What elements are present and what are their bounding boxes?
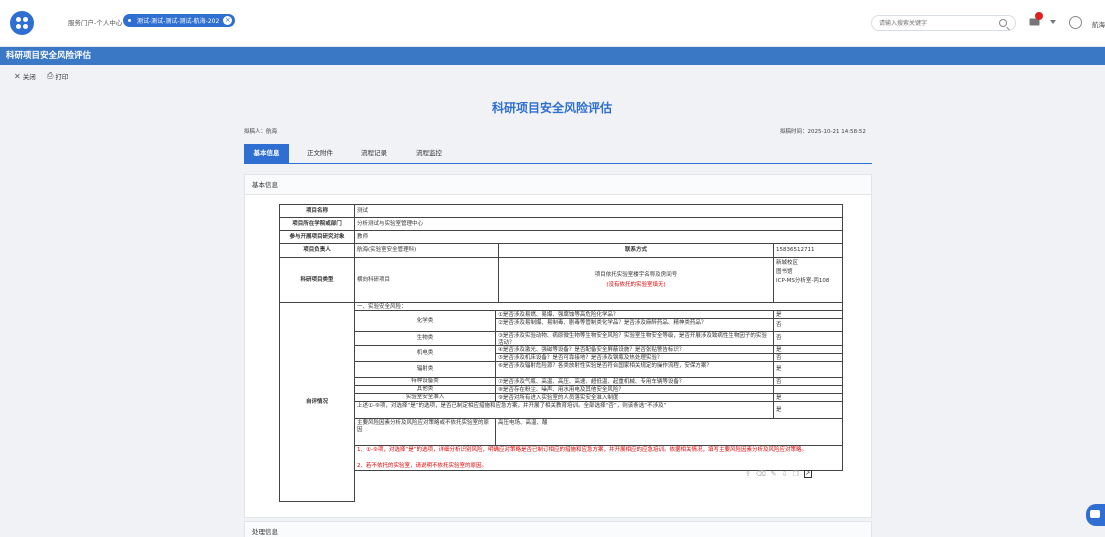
section-title: 基本信息 bbox=[245, 175, 871, 195]
window-title: 科研项目安全风险评估 bbox=[0, 47, 1105, 65]
tab-basic-info[interactable]: 基本信息 bbox=[244, 144, 289, 163]
cat-bio: 生物类 bbox=[354, 331, 496, 346]
type-label: 科研项目类型 bbox=[279, 257, 355, 303]
search-input[interactable] bbox=[872, 16, 987, 30]
risk-a3[interactable]: 否 bbox=[773, 331, 843, 346]
lab-note: (没有依托的实验室填无) bbox=[606, 281, 666, 288]
search-icon[interactable] bbox=[999, 19, 1007, 27]
draft-time: 拟稿时间：2025-10-21 14:58:52 bbox=[780, 129, 866, 135]
summary-answer[interactable]: 是 bbox=[773, 401, 843, 419]
dot-icon bbox=[128, 19, 131, 22]
copy-icon[interactable]: ❐ bbox=[793, 470, 799, 478]
summary-question: 上述①-⑨项，对选择“是”的选项，是否已制定相应措施和应急方案，并开展了相关教育… bbox=[354, 401, 774, 419]
type-value[interactable]: 横向科研项目 bbox=[354, 257, 499, 303]
user-name[interactable]: 航海 bbox=[1092, 19, 1105, 29]
risk-a2[interactable]: 否 bbox=[773, 318, 843, 332]
section-title-process: 处理信息 bbox=[245, 522, 871, 537]
leader-value[interactable]: 航海(实验室安全管理科) bbox=[354, 243, 499, 258]
cat-radiation: 辐射类 bbox=[354, 361, 496, 378]
chat-icon[interactable] bbox=[1086, 504, 1105, 526]
dept-label: 项目所在学院或部门 bbox=[279, 217, 355, 231]
lab-value[interactable]: 新城校区 图书馆 ICP-MS分析室-丙108 bbox=[773, 257, 843, 303]
tab-flow-records[interactable]: 流程记录 bbox=[354, 144, 394, 163]
risk-q6: ⑥是否涉及辐射危险源？各类放射性实验是否符合国家相关规定的操作流程，安保方案？ bbox=[495, 361, 774, 378]
lab-cell: 项目依托实验室楼宇名称及房间号 (没有依托的实验室填无) bbox=[498, 257, 774, 303]
toolbar: ✕ 关闭 ⎙ 打印 bbox=[0, 65, 1105, 87]
chevron-down-icon[interactable] bbox=[1050, 20, 1056, 24]
main-risk-value[interactable]: 高压电场、高温、酸 bbox=[495, 418, 843, 446]
leader-label: 项目负责人 bbox=[279, 243, 355, 258]
print-icon: ⎙ bbox=[47, 71, 54, 80]
main-risk-label: 主要风险因素分析及风险应对策略或不依托实验室的原因 bbox=[354, 418, 496, 446]
nav-tab-active[interactable]: 测试-测试-测试-测试-航海-202 × bbox=[123, 14, 236, 27]
risk-a6[interactable]: 是 bbox=[773, 361, 843, 378]
editor-toolbar: ⇪ ⌫ ✎ ⇩ ❐ ↗ bbox=[745, 470, 812, 478]
edit-icon[interactable]: ✎ bbox=[771, 470, 777, 478]
download-icon[interactable]: ⇩ bbox=[782, 470, 788, 478]
print-button-label: 打印 bbox=[55, 73, 69, 81]
project-name-label: 项目名称 bbox=[279, 204, 355, 218]
tab-flow-monitor[interactable]: 流程监控 bbox=[409, 144, 449, 163]
search-box bbox=[871, 15, 1016, 31]
avatar[interactable] bbox=[1069, 16, 1082, 29]
lab-label: 项目依托实验室楼宇名称及房间号 bbox=[594, 271, 678, 278]
close-button-label: 关闭 bbox=[22, 73, 36, 81]
self-eval-label: 自评情况 bbox=[279, 302, 355, 502]
close-tab-icon[interactable]: × bbox=[223, 16, 233, 25]
tab-bar: 基本信息 正文附件 流程记录 流程监控 bbox=[244, 144, 872, 164]
upload-icon[interactable]: ⇪ bbox=[745, 470, 751, 478]
process-info-card: 处理信息 bbox=[244, 521, 872, 537]
contact-label: 联系方式 bbox=[498, 243, 774, 258]
drafter: 拟稿人：航海 bbox=[244, 129, 278, 135]
print-button[interactable]: ⎙ 打印 bbox=[47, 71, 68, 81]
basic-info-card: 基本信息 项目名称 测试 项目所在学院或部门 分析测试与实验室管理中心 参与开展… bbox=[244, 174, 872, 518]
participants-value[interactable]: 教师 bbox=[354, 230, 843, 244]
project-name-value[interactable]: 测试 bbox=[354, 204, 843, 218]
cat-chemical: 化学类 bbox=[354, 310, 496, 332]
close-icon: ✕ bbox=[14, 71, 21, 81]
close-button[interactable]: ✕ 关闭 bbox=[14, 71, 36, 82]
participants-label: 参与开展项目研究对象 bbox=[279, 230, 355, 244]
risk-q2: ②是否涉及易制爆、易制毒、剧毒等管制类化学品？是否涉及麻醉药品、精神类药品？ bbox=[495, 318, 774, 332]
risk-q3: ③是否涉及实验动物、病原微生物等生物安全风险？实验室生物安全等级，是否开展涉及致… bbox=[495, 331, 774, 346]
app-menu-icon[interactable] bbox=[10, 11, 34, 35]
nav-link-portal[interactable]: 服务门户-个人中心 bbox=[68, 17, 122, 27]
top-bar: 服务门户-个人中心 测试-测试-测试-测试-航海-202 × 航海 bbox=[0, 0, 1105, 47]
expand-icon[interactable]: ↗ bbox=[803, 470, 812, 478]
cat-mech: 机电类 bbox=[354, 345, 496, 362]
notification-badge bbox=[1035, 12, 1043, 20]
nav-tab-label: 测试-测试-测试-测试-航海-202 bbox=[137, 18, 220, 25]
dept-value[interactable]: 分析测试与实验室管理中心 bbox=[354, 217, 843, 231]
note-1: 1、①-⑨项，对选择“是”的选项，详细分析识别风险，明确应对策略是否已制订相应的… bbox=[354, 445, 843, 463]
page-title: 科研项目安全风险评估 bbox=[491, 101, 612, 115]
tab-attachments[interactable]: 正文附件 bbox=[300, 144, 340, 163]
delete-icon[interactable]: ⌫ bbox=[756, 470, 766, 478]
contact-value[interactable]: 15836512711 bbox=[773, 243, 843, 258]
